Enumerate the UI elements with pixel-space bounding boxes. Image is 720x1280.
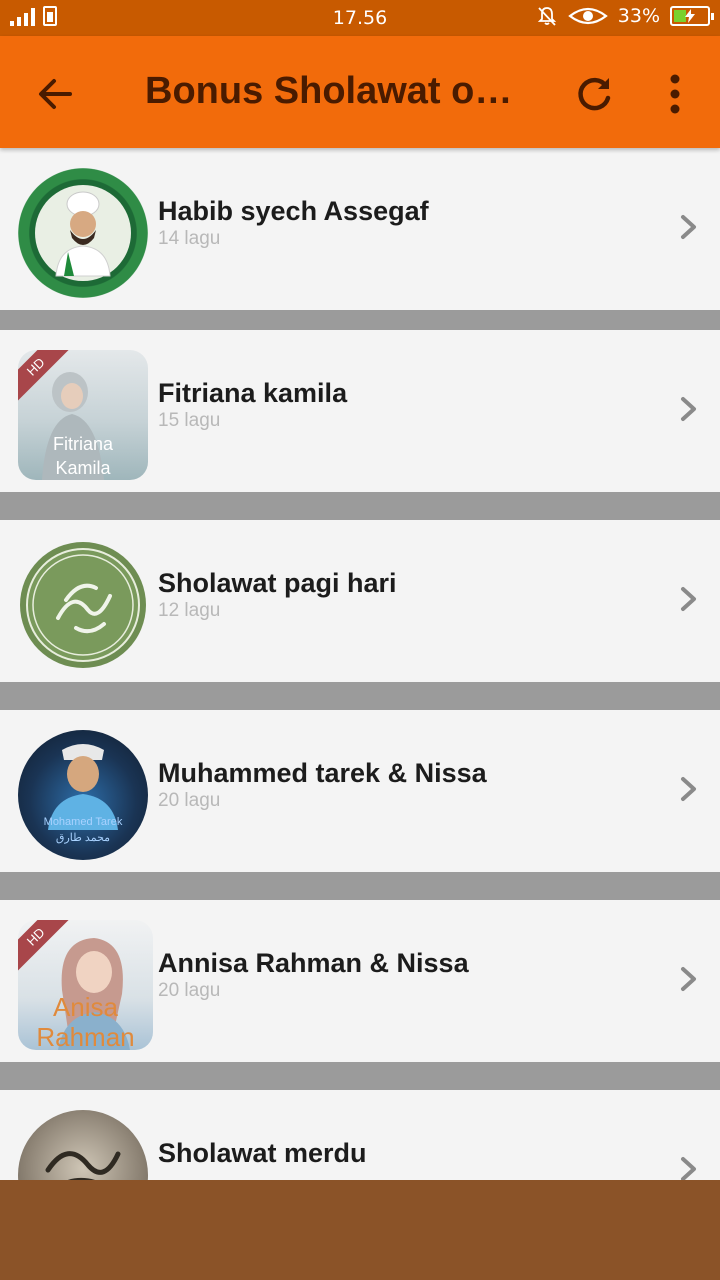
list-item[interactable]: Sholawat pagi hari 12 lagu: [0, 520, 720, 682]
refresh-icon[interactable]: [566, 66, 622, 122]
thumbnail-caption: محمد طارق: [55, 832, 111, 844]
thumbnail-caption: Mohamed Tarek: [43, 816, 123, 828]
back-arrow-icon[interactable]: [28, 66, 84, 122]
status-bar: 17.56 33%: [0, 0, 720, 36]
bottom-banner-area: [0, 1180, 720, 1280]
thumbnail-caption: Anisa: [52, 992, 119, 1022]
chevron-right-icon: [681, 215, 696, 239]
item-count: 14 lagu: [158, 228, 221, 249]
eye-comfort-icon: [567, 7, 608, 25]
album-list: Habib syech Assegaf 14 lagu HD Fitriana …: [0, 148, 720, 1180]
list-item[interactable]: HD Fitriana Kamila Fitriana kamila 15 la…: [0, 330, 720, 492]
item-count: 20 lagu: [158, 790, 221, 811]
thumbnail-caption: Fitriana: [52, 434, 114, 454]
chevron-right-icon: [681, 397, 696, 421]
calligraphy-thumbnail: [18, 1110, 148, 1180]
thumbnail-caption: Kamila: [55, 458, 111, 478]
mute-icon: [537, 7, 556, 26]
fitriana-kamila-thumbnail: HD Fitriana Kamila: [18, 350, 148, 480]
status-right-icons: 33%: [536, 5, 714, 27]
page-title: Bonus Sholawat onl…: [145, 70, 530, 112]
chevron-right-icon: [681, 967, 696, 991]
app-bar: Bonus Sholawat onl…: [0, 36, 720, 148]
thumbnail-caption: Rahman: [36, 1022, 135, 1050]
item-count: 15 lagu: [158, 410, 221, 431]
chevron-right-icon: [681, 1157, 696, 1180]
annisa-rahman-thumbnail: HD Anisa Rahman: [18, 920, 153, 1050]
item-name: Habib syech Assegaf: [158, 196, 429, 226]
item-name: Sholawat merdu: [158, 1138, 367, 1168]
calligraphy-seal-thumbnail: [18, 540, 148, 670]
item-count: 12 lagu: [158, 600, 221, 621]
list-item[interactable]: Sholawat merdu: [0, 1090, 720, 1180]
chevron-right-icon: [681, 777, 696, 801]
chevron-right-icon: [681, 587, 696, 611]
list-item[interactable]: Habib syech Assegaf 14 lagu: [0, 148, 720, 310]
habib-syech-thumbnail: [18, 168, 148, 298]
item-count: 20 lagu: [158, 980, 221, 1001]
item-name: Fitriana kamila: [158, 378, 348, 408]
list-item[interactable]: HD Anisa Rahman Annisa Rahman & Nissa 20…: [0, 900, 720, 1062]
battery-percent: 33%: [617, 5, 660, 27]
more-vertical-icon[interactable]: [650, 66, 700, 122]
battery-icon: [670, 6, 714, 26]
item-name: Sholawat pagi hari: [158, 568, 397, 598]
item-name: Muhammed tarek & Nissa: [158, 758, 487, 788]
list-item[interactable]: Mohamed Tarek محمد طارق Muhammed tarek &…: [0, 710, 720, 872]
item-name: Annisa Rahman & Nissa: [158, 948, 469, 978]
mohamed-tarek-thumbnail: Mohamed Tarek محمد طارق: [18, 730, 148, 860]
